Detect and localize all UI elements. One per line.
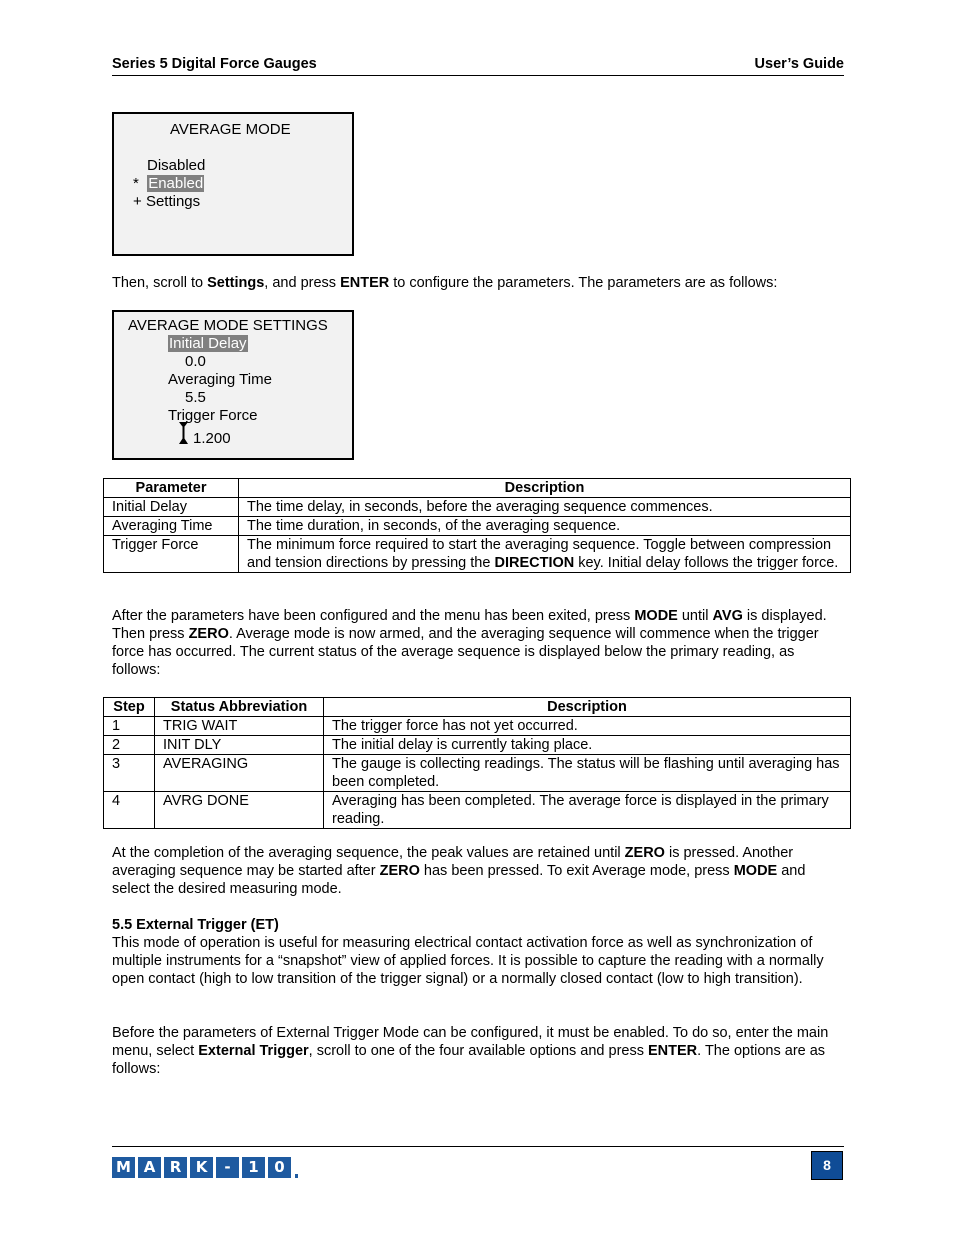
step-cell: 4 (103, 791, 155, 829)
logo-letter: 0 (268, 1157, 291, 1178)
table-header-row: Parameter Description (103, 478, 851, 498)
before-config-paragraph: Before the parameters of External Trigge… (112, 1025, 829, 1077)
step-cell: 1 (103, 716, 155, 736)
desc-cell: The initial delay is currently taking pl… (323, 735, 851, 755)
option-enabled: * Enabled (133, 175, 205, 193)
document-title: Series 5 Digital Force Gauges (112, 56, 317, 72)
screen-title: AVERAGE MODE (170, 121, 291, 138)
column-header: Status Abbreviation (154, 697, 324, 717)
logo-letter: 1 (242, 1157, 265, 1178)
completion-paragraph: At the completion of the averaging seque… (112, 845, 806, 897)
status-table: Step Status Abbreviation Description 1 T… (103, 697, 851, 829)
param-cell: Trigger Force (103, 535, 239, 573)
column-header: Parameter (103, 478, 239, 498)
table-row: Averaging Time The time duration, in sec… (103, 516, 851, 536)
submenu-marker: + (133, 193, 142, 210)
table-row: 2 INIT DLY The initial delay is currentl… (103, 735, 851, 755)
logo-letter: M (112, 1157, 135, 1178)
footer-divider (112, 1146, 844, 1147)
section-heading: 5.5 External Trigger (ET) (112, 917, 279, 933)
page-number-badge: 8 (811, 1151, 843, 1180)
table-row: 3 AVERAGING The gauge is collecting read… (103, 754, 851, 792)
page-header: Series 5 Digital Force Gauges User’s Gui… (112, 55, 844, 76)
setting-initial-delay-value: 0.0 (185, 353, 206, 370)
desc-cell: Averaging has been completed. The averag… (323, 791, 851, 829)
setting-initial-delay: Initial Delay (168, 335, 248, 352)
average-mode-screen: AVERAGE MODE Disabled * Enabled + Settin… (112, 112, 354, 256)
table-header-row: Step Status Abbreviation Description (103, 697, 851, 717)
logo-letter: A (138, 1157, 161, 1178)
desc-cell: The trigger force has not yet occurred. (323, 716, 851, 736)
settings-instruction: Then, scroll to Settings, and press ENTE… (112, 275, 778, 291)
column-header: Step (103, 697, 155, 717)
abbr-cell: TRIG WAIT (154, 716, 324, 736)
table-row: Initial Delay The time delay, in seconds… (103, 497, 851, 517)
screen-title: AVERAGE MODE SETTINGS (128, 317, 328, 334)
column-header: Description (238, 478, 851, 498)
option-enabled-label: Enabled (147, 175, 205, 192)
parameter-table: Parameter Description Initial Delay The … (103, 478, 851, 573)
table-row: Trigger Force The minimum force required… (103, 535, 851, 573)
step-cell: 2 (103, 735, 155, 755)
param-cell: Averaging Time (103, 516, 239, 536)
logo-registered-mark (295, 1174, 298, 1178)
selected-marker: * (133, 175, 139, 192)
logo-letter: K (190, 1157, 213, 1178)
option-disabled: Disabled (147, 157, 206, 174)
average-mode-settings-screen: AVERAGE MODE SETTINGS Initial Delay 0.0 … (112, 310, 354, 460)
desc-cell: The time delay, in seconds, before the a… (238, 497, 851, 517)
step-cell: 3 (103, 754, 155, 792)
setting-trigger-force-value: 1.200 (193, 430, 231, 447)
table-row: 4 AVRG DONE Averaging has been completed… (103, 791, 851, 829)
after-config-paragraph: After the parameters have been configure… (112, 608, 827, 678)
option-settings: + Settings (133, 193, 201, 210)
table-row: 1 TRIG WAIT The trigger force has not ye… (103, 716, 851, 736)
up-down-arrows-icon (179, 422, 188, 444)
abbr-cell: AVRG DONE (154, 791, 324, 829)
guide-label: User’s Guide (754, 56, 844, 72)
setting-averaging-time-value: 5.5 (185, 389, 206, 406)
logo-letter: R (164, 1157, 187, 1178)
column-header: Description (323, 697, 851, 717)
abbr-cell: INIT DLY (154, 735, 324, 755)
desc-cell: The gauge is collecting readings. The st… (323, 754, 851, 792)
mark-10-logo: M A R K - 1 0 (112, 1157, 298, 1178)
desc-cell: The time duration, in seconds, of the av… (238, 516, 851, 536)
abbr-cell: AVERAGING (154, 754, 324, 792)
ext-trigger-paragraph: This mode of operation is useful for mea… (112, 935, 824, 987)
logo-letter: - (216, 1157, 239, 1178)
setting-averaging-time: Averaging Time (168, 371, 272, 388)
param-cell: Initial Delay (103, 497, 239, 517)
desc-cell: The minimum force required to start the … (238, 535, 851, 573)
